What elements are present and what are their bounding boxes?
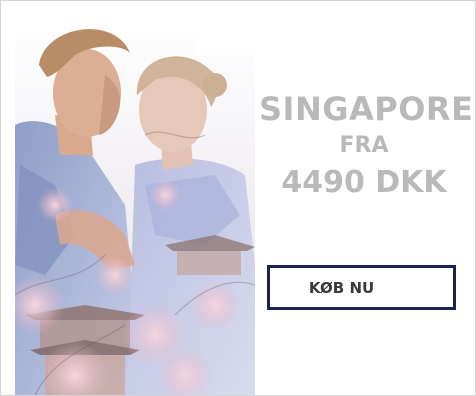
- ad-banner[interactable]: SINGAPORE FRA 4490 DKK KØB NU: [0, 0, 476, 396]
- couple-double-exposure-image: [15, 15, 255, 395]
- destination-title: SINGAPORE: [259, 90, 474, 128]
- buy-now-button[interactable]: KØB NU: [267, 265, 456, 310]
- buy-now-label: KØB NU: [308, 278, 375, 297]
- from-label: FRA: [339, 133, 389, 158]
- price-label: 4490 DKK: [281, 165, 447, 200]
- offer-headline: SINGAPORE FRA 4490 DKK: [259, 89, 474, 203]
